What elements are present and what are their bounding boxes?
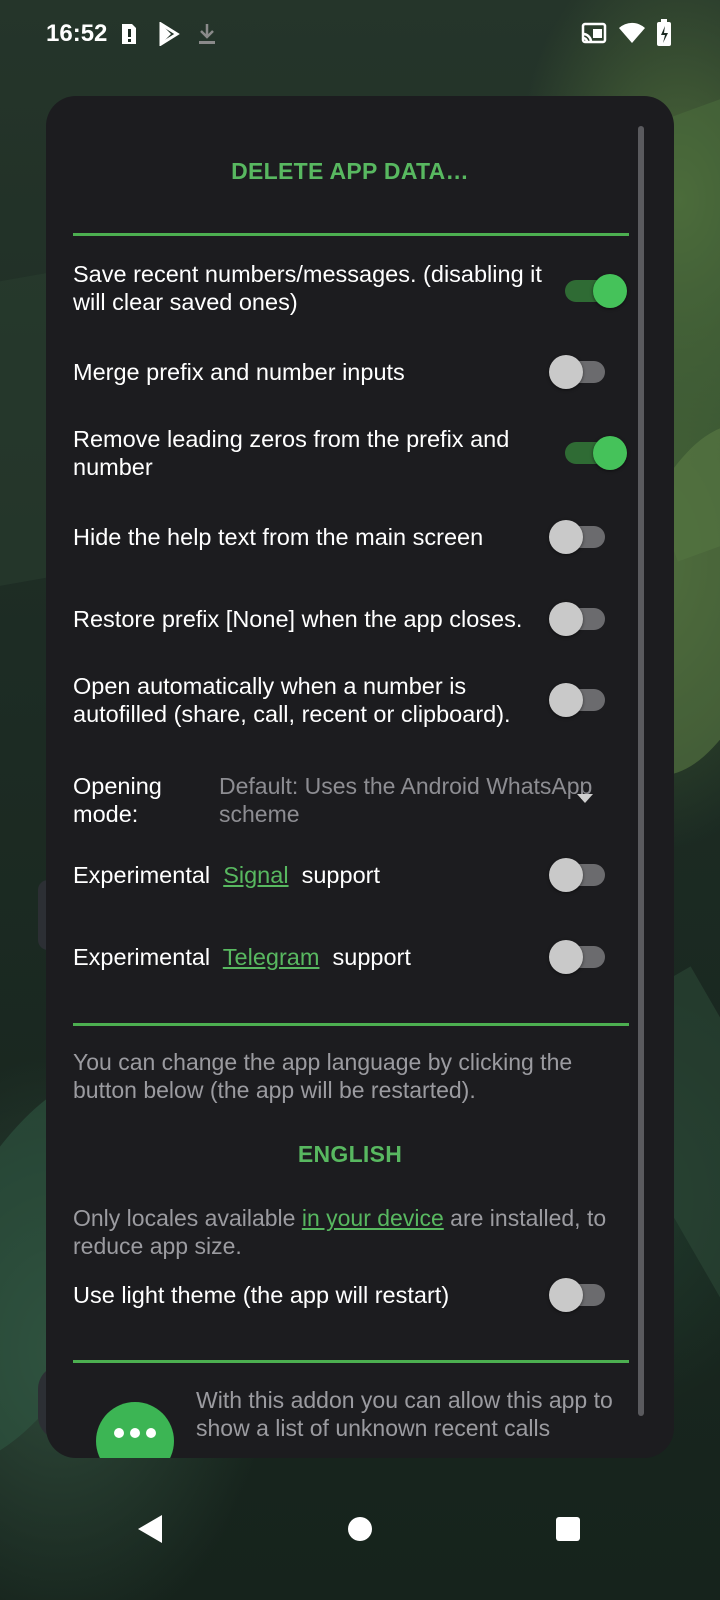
home-icon[interactable] — [348, 1517, 372, 1541]
navigation-bar — [0, 1478, 720, 1600]
opening-mode-label: Opening mode: — [73, 773, 162, 827]
scrollbar[interactable] — [638, 126, 644, 1416]
language-button[interactable]: ENGLISH — [46, 1141, 654, 1168]
telegram-label: Experimental Telegram support — [73, 943, 411, 971]
open-auto-toggle[interactable] — [549, 682, 613, 718]
signal-link[interactable]: Signal — [223, 862, 288, 888]
setting-label: Use light theme (the app will restart) — [73, 1282, 450, 1308]
wifi-icon — [618, 21, 646, 50]
settings-scroll-content[interactable]: DELETE APP DATA… Save recent numbers/mes… — [46, 96, 674, 1458]
remove-zeros-toggle[interactable] — [563, 435, 627, 471]
hide-help-toggle[interactable] — [549, 519, 613, 555]
locales-note: Only locales available in your device ar… — [73, 1204, 633, 1260]
alert-icon — [118, 22, 140, 51]
setting-open-auto[interactable]: Open automatically when a number is auto… — [73, 672, 633, 736]
section-divider — [73, 1023, 629, 1026]
setting-label: Save recent numbers/messages. (disabling… — [73, 261, 542, 315]
play-store-icon — [158, 21, 180, 51]
setting-telegram: Experimental Telegram support — [73, 940, 633, 983]
section-divider — [73, 233, 629, 236]
setting-label: Remove leading zeros from the prefix and… — [73, 426, 510, 480]
opening-mode-dropdown[interactable]: Default: Uses the Android WhatsApp schem… — [219, 772, 619, 832]
telegram-link[interactable]: Telegram — [223, 944, 320, 970]
setting-merge-prefix[interactable]: Merge prefix and number inputs — [73, 355, 633, 398]
delete-app-data-button[interactable]: DELETE APP DATA… — [46, 158, 654, 185]
download-icon — [196, 22, 218, 51]
save-recent-toggle[interactable] — [563, 273, 627, 309]
battery-charging-icon — [656, 18, 672, 52]
chat-bubble-icon[interactable] — [96, 1402, 174, 1458]
restore-prefix-toggle[interactable] — [549, 601, 613, 637]
status-clock: 16:52 — [46, 20, 108, 47]
support-text: support — [301, 862, 380, 888]
setting-remove-zeros[interactable]: Remove leading zeros from the prefix and… — [73, 425, 633, 489]
in-your-device-link[interactable]: in your device — [302, 1205, 444, 1231]
section-divider — [73, 1360, 629, 1363]
merge-prefix-toggle[interactable] — [549, 354, 613, 390]
setting-label: Open automatically when a number is auto… — [73, 673, 511, 727]
settings-dialog: DELETE APP DATA… Save recent numbers/mes… — [46, 96, 674, 1458]
setting-save-recent[interactable]: Save recent numbers/messages. (disabling… — [73, 260, 633, 324]
setting-label: Restore prefix [None] when the app close… — [73, 606, 523, 632]
recents-icon[interactable] — [556, 1517, 580, 1541]
locales-note-before: Only locales available — [73, 1205, 302, 1231]
language-note: You can change the app language by click… — [73, 1049, 573, 1103]
back-icon[interactable] — [138, 1515, 162, 1543]
setting-label: Hide the help text from the main screen — [73, 524, 484, 550]
telegram-toggle[interactable] — [549, 939, 613, 975]
opening-mode-value: Default: Uses the Android WhatsApp schem… — [219, 773, 593, 827]
status-bar: 16:52 — [0, 0, 720, 72]
setting-hide-help[interactable]: Hide the help text from the main screen — [73, 520, 633, 563]
opening-mode-row: Opening mode: Default: Uses the Android … — [73, 772, 633, 836]
support-text: support — [332, 944, 411, 970]
cast-icon — [580, 21, 608, 50]
dropdown-arrow-icon — [577, 794, 593, 803]
setting-label: Merge prefix and number inputs — [73, 359, 405, 385]
signal-label: Experimental Signal support — [73, 861, 380, 889]
setting-light-theme[interactable]: Use light theme (the app will restart) — [73, 1278, 633, 1321]
setting-restore-prefix[interactable]: Restore prefix [None] when the app close… — [73, 602, 633, 645]
light-theme-toggle[interactable] — [549, 1277, 613, 1313]
signal-toggle[interactable] — [549, 857, 613, 893]
experimental-text: Experimental — [73, 862, 211, 888]
experimental-text: Experimental — [73, 944, 211, 970]
setting-signal: Experimental Signal support — [73, 858, 633, 901]
addon-description: With this addon you can allow this app t… — [196, 1387, 613, 1441]
